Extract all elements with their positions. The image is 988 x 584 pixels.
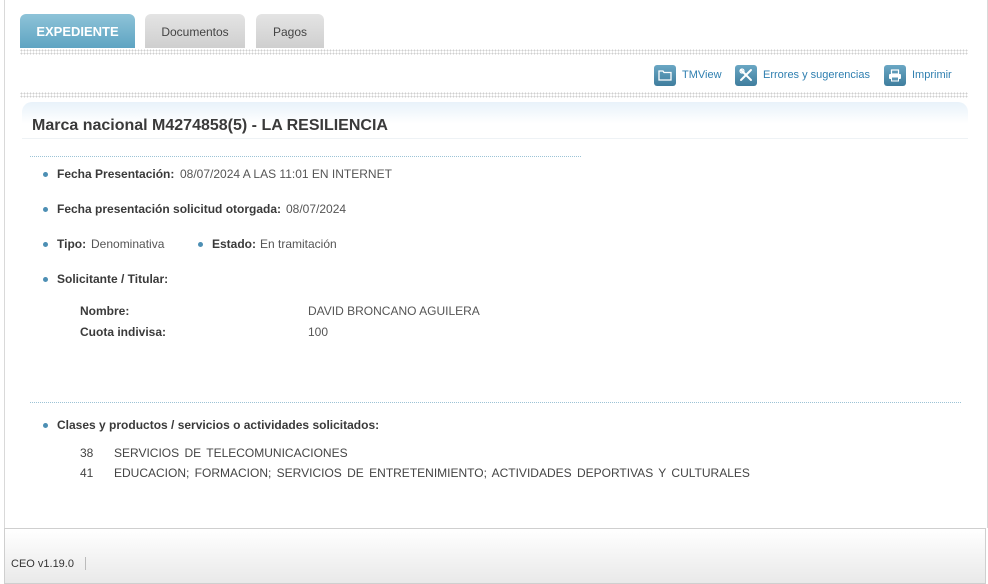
- tmview-link[interactable]: TMView: [654, 64, 722, 86]
- folder-icon: [654, 64, 676, 86]
- bullet-icon: [43, 423, 48, 428]
- tipo-value: Denominativa: [91, 237, 165, 251]
- bullet-icon: [198, 242, 203, 247]
- version-label: CEO v1.19.0: [11, 558, 74, 570]
- clases-label: Clases y productos / servicios o activid…: [57, 418, 380, 432]
- tab-pagos[interactable]: Pagos: [256, 14, 324, 48]
- clase-description: EDUCACION; FORMACION; SERVICIOS DE ENTRE…: [114, 466, 750, 480]
- errores-label: Errores y sugerencias: [763, 69, 870, 81]
- tools-icon: [735, 64, 757, 86]
- imprimir-link[interactable]: Imprimir: [884, 64, 952, 86]
- fecha-presentacion-value: 08/07/2024 A LAS 11:01 EN INTERNET: [180, 167, 392, 181]
- fecha-otorgada-label: Fecha presentación solicitud otorgada:: [57, 202, 282, 216]
- printer-icon: [884, 64, 906, 86]
- tipo-label: Tipo:: [57, 237, 87, 251]
- clase-description: SERVICIOS DE TELECOMUNICACIONES: [114, 446, 348, 460]
- page-title: Marca nacional M4274858(5) - LA RESILIEN…: [32, 117, 388, 134]
- imprimir-label: Imprimir: [912, 69, 952, 81]
- errores-sugerencias-link[interactable]: Errores y sugerencias: [735, 64, 870, 86]
- toolbar-divider: [20, 92, 968, 98]
- footer-divider: [85, 557, 86, 570]
- bullet-icon: [43, 277, 48, 282]
- estado-label: Estado:: [212, 237, 257, 251]
- cuota-label: Cuota indivisa:: [80, 325, 167, 339]
- estado-value: En tramitación: [260, 237, 337, 251]
- tmview-label: TMView: [682, 69, 722, 81]
- tabs-divider: [20, 49, 968, 55]
- clase-number: 41: [80, 466, 94, 480]
- tab-documentos[interactable]: Documentos: [145, 14, 245, 48]
- section-separator: [30, 402, 961, 403]
- clase-number: 38: [80, 446, 94, 460]
- bullet-icon: [43, 242, 48, 247]
- bullet-icon: [43, 172, 48, 177]
- bullet-icon: [43, 207, 48, 212]
- fecha-otorgada-value: 08/07/2024: [286, 202, 347, 216]
- cuota-value: 100: [308, 325, 329, 339]
- nombre-value: DAVID BRONCANO AGUILERA: [308, 304, 480, 318]
- footer: [4, 528, 986, 584]
- solicitante-label: Solicitante / Titular:: [57, 272, 169, 286]
- tab-expediente[interactable]: EXPEDIENTE: [20, 14, 135, 48]
- fecha-presentacion-label: Fecha Presentación:: [57, 167, 175, 181]
- title-separator: [30, 156, 582, 157]
- nombre-label: Nombre:: [80, 304, 130, 318]
